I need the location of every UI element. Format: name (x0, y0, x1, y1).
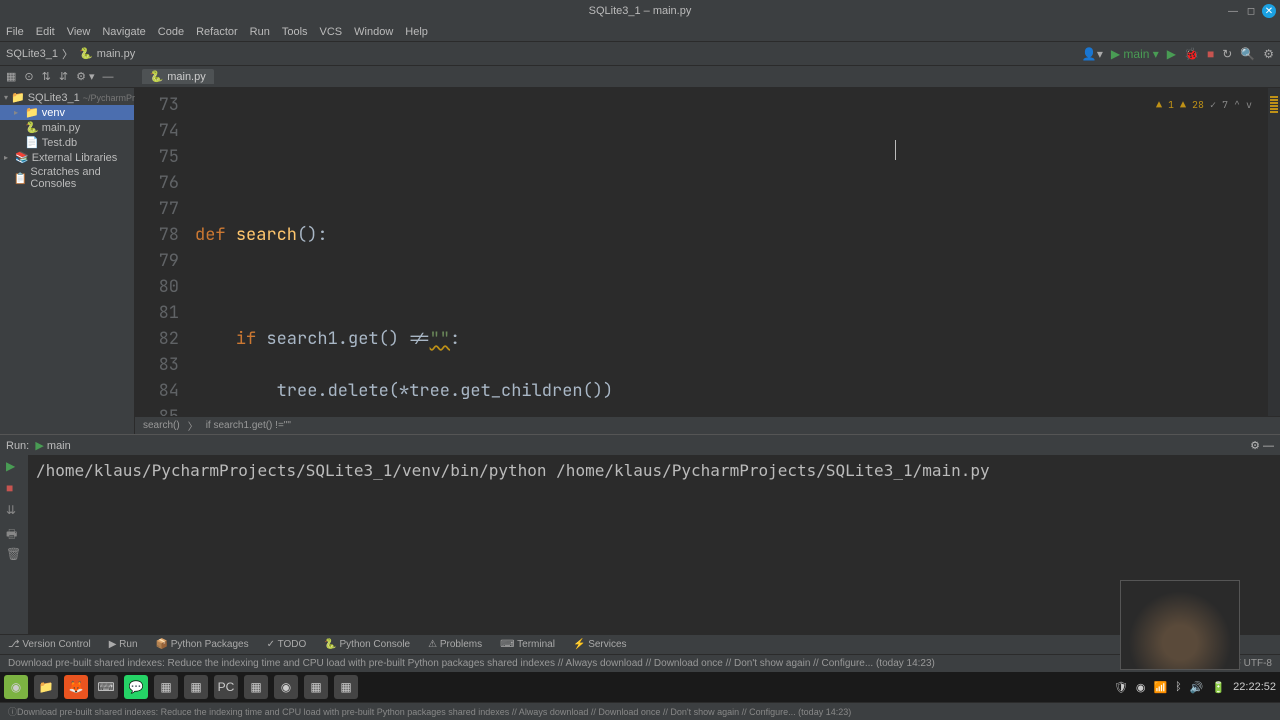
os-taskbar: ◉ 📁 🦊 ⌨ 💬 ▦ ▦ PC ▦ ◉ ▦ ▦ 🛡 ◉ 📶 ᛒ 🔊 🔋 22:… (0, 672, 1280, 702)
editor-breadcrumb: search() 〉 if search1.get() !="" (135, 416, 1280, 434)
breadcrumb-project[interactable]: SQLite3_1 〉 (6, 46, 73, 62)
menu-navigate[interactable]: Navigate (102, 26, 145, 38)
notification-banner[interactable]: ⓘ Download pre-built shared indexes: Red… (0, 702, 1280, 720)
tab-terminal[interactable]: ⌨ Terminal (500, 639, 555, 650)
scroll-icon[interactable]: ⇊ (6, 503, 22, 519)
tab-vcs[interactable]: ⎇ Version Control (8, 639, 91, 650)
project-tool-icon[interactable]: ▦ (6, 70, 16, 83)
app-icon[interactable]: ▦ (154, 675, 178, 699)
tray-volume-icon[interactable]: 🔊 (1190, 681, 1204, 694)
pycharm-icon[interactable]: PC (214, 675, 238, 699)
bottom-toolbar: ⎇ Version Control ▶ Run 📦 Python Package… (0, 634, 1280, 654)
app-icon-4[interactable]: ▦ (304, 675, 328, 699)
rerun-button[interactable]: ▶ (6, 459, 22, 475)
app-icon-2[interactable]: ▦ (184, 675, 208, 699)
menu-view[interactable]: View (67, 26, 91, 38)
tab-problems[interactable]: ⚠ Problems (428, 639, 482, 650)
debug-button[interactable]: 🐞 (1184, 47, 1199, 61)
tab-run[interactable]: ▶ Run (109, 639, 138, 650)
update-icon[interactable]: ↻ (1222, 47, 1232, 61)
window-title: SQLite3_1 – main.py (589, 5, 692, 17)
toolbar: ▦ ⊙ ⇅ ⇵ ⚙ ▾ — 🐍 main.py (0, 66, 1280, 88)
menu-file[interactable]: File (6, 26, 24, 38)
menu-vcs[interactable]: VCS (320, 26, 343, 38)
run-hide-icon[interactable]: — (1263, 440, 1274, 452)
tray-bluetooth-icon[interactable]: ᛒ (1175, 681, 1182, 693)
start-menu-icon[interactable]: ◉ (4, 675, 28, 699)
breadcrumb-fn[interactable]: search() (143, 420, 180, 431)
run-toolwindow: Run: ▶ main ⚙ — ▶ ■ ⇊ 🖶 🗑 /home/klaus/Py… (0, 434, 1280, 634)
tray-battery-icon[interactable]: 🔋 (1211, 681, 1225, 694)
tab-pyconsole[interactable]: 🐍 Python Console (324, 639, 410, 650)
expand-icon[interactable]: ⇅ (42, 70, 51, 83)
menu-tools[interactable]: Tools (282, 26, 308, 38)
navbar: SQLite3_1 〉 🐍 main.py 👤▾ ▶ main ▾ ▶ 🐞 ■ … (0, 42, 1280, 66)
titlebar: SQLite3_1 – main.py — ◻ ✕ (0, 0, 1280, 22)
tree-mainpy[interactable]: 🐍 main.py (0, 120, 134, 135)
tool-settings-icon[interactable]: ⚙ ▾ (76, 70, 94, 83)
status-message[interactable]: Download pre-built shared indexes: Reduc… (8, 658, 935, 669)
stop-run-button[interactable]: ■ (6, 481, 22, 497)
tab-services[interactable]: ⚡ Services (573, 639, 627, 650)
minimize-icon[interactable]: — (1226, 4, 1240, 18)
tray-network-icon[interactable]: 📶 (1153, 681, 1167, 694)
run-toolbar: ▶ ■ ⇊ 🖶 🗑 (0, 455, 28, 634)
menu-edit[interactable]: Edit (36, 26, 55, 38)
gutter: 73747576777879808182838485 (135, 88, 195, 416)
menubar: File Edit View Navigate Code Refactor Ru… (0, 22, 1280, 42)
firefox-icon[interactable]: 🦊 (64, 675, 88, 699)
whatsapp-icon[interactable]: 💬 (124, 675, 148, 699)
error-stripe[interactable] (1268, 88, 1280, 416)
tab-pypackages[interactable]: 📦 Python Packages (156, 639, 249, 650)
menu-window[interactable]: Window (354, 26, 393, 38)
close-icon[interactable]: ✕ (1262, 4, 1276, 18)
run-button[interactable]: ▶ (1167, 47, 1176, 61)
menu-refactor[interactable]: Refactor (196, 26, 238, 38)
tray-icon[interactable]: 🛡 (1114, 681, 1128, 694)
stop-button[interactable]: ■ (1207, 47, 1214, 61)
text-cursor (895, 140, 896, 160)
tree-root[interactable]: ▾📁 SQLite3_1 ~/PycharmProjects/SQ (0, 90, 134, 105)
editor-tab-main[interactable]: 🐍 main.py (142, 69, 214, 84)
collapse-icon[interactable]: ⇵ (59, 70, 68, 83)
project-tree: ▾📁 SQLite3_1 ~/PycharmProjects/SQ ▸📁 ven… (0, 88, 135, 434)
run-settings-icon[interactable]: ⚙ (1250, 440, 1260, 452)
inspections-widget[interactable]: ▲ 1 ▲ 28 ✓ 7 ^v (1156, 92, 1252, 118)
obs-icon[interactable]: ◉ (274, 675, 298, 699)
menu-run[interactable]: Run (250, 26, 270, 38)
statusbar: Download pre-built shared indexes: Reduc… (0, 654, 1280, 672)
tab-todo[interactable]: ✓ TODO (267, 639, 307, 650)
hide-icon[interactable]: — (103, 71, 114, 83)
terminal-icon[interactable]: ⌨ (94, 675, 118, 699)
print-icon[interactable]: 🖶 (6, 525, 22, 541)
webcam-overlay (1120, 580, 1240, 670)
breadcrumb-if[interactable]: if search1.get() !="" (206, 420, 291, 431)
tray-icon-2[interactable]: ◉ (1136, 681, 1146, 694)
settings-icon[interactable]: ⚙ (1263, 47, 1274, 61)
run-config-selector[interactable]: ▶ main ▾ (1111, 47, 1159, 61)
app-icon-5[interactable]: ▦ (334, 675, 358, 699)
tray-clock[interactable]: 22:22:52 (1233, 681, 1276, 693)
tree-external[interactable]: ▸📚 External Libraries (0, 150, 134, 165)
menu-code[interactable]: Code (158, 26, 184, 38)
menu-help[interactable]: Help (405, 26, 428, 38)
app-icon-3[interactable]: ▦ (244, 675, 268, 699)
select-opened-icon[interactable]: ⊙ (24, 70, 33, 83)
tree-testdb[interactable]: 📄 Test.db (0, 135, 134, 150)
trash-icon[interactable]: 🗑 (6, 547, 22, 563)
run-output[interactable]: /home/klaus/PycharmProjects/SQLite3_1/ve… (28, 455, 1280, 634)
files-icon[interactable]: 📁 (34, 675, 58, 699)
code-editor[interactable]: 73747576777879808182838485 def search():… (135, 88, 1280, 416)
tree-venv[interactable]: ▸📁 venv (0, 105, 134, 120)
search-icon[interactable]: 🔍 (1240, 47, 1255, 61)
breadcrumb-file[interactable]: 🐍 main.py (79, 47, 135, 60)
maximize-icon[interactable]: ◻ (1244, 4, 1258, 18)
tree-scratches[interactable]: 📋 Scratches and Consoles (0, 165, 134, 191)
code-content[interactable]: def search(): if search1.get() !="": tre… (195, 88, 1268, 416)
user-icon[interactable]: 👤▾ (1082, 47, 1103, 61)
